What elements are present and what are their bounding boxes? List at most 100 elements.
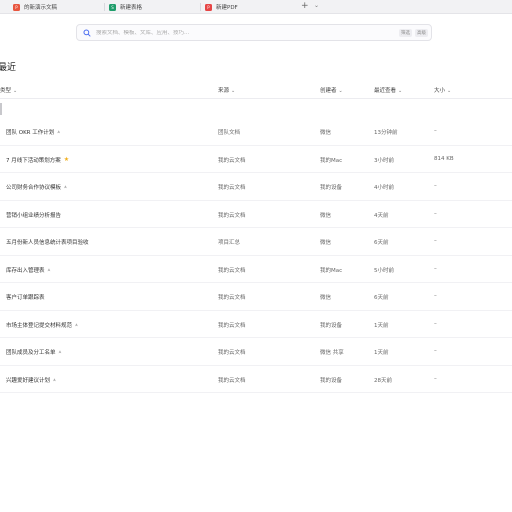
shared-icon: ⩓ <box>47 266 51 273</box>
table-row[interactable]: 客户订单跟踪表 我的云文档 微信 6天前 – <box>0 283 512 311</box>
table-row[interactable]: 公司财务合作协议模板 ⩓ 我的云文档 我的设备 4小时前 – <box>0 173 512 201</box>
search-icon <box>83 28 91 37</box>
shared-icon: ⩓ <box>57 129 61 135</box>
recent-cell: 3小时前 <box>374 157 394 164</box>
creator-cell: 我的Mac <box>320 157 343 164</box>
file-name-cell[interactable]: 客户订单跟踪表 <box>6 293 45 301</box>
file-name: 团队成员及分工名单 <box>6 350 56 356</box>
table-row[interactable]: 市场主体登记提交材料规范 ⩓ 我的云文档 我的设备 1天前 – <box>0 311 512 338</box>
file-name: 公司财务合作协议模板 <box>6 185 62 191</box>
file-name-cell[interactable]: 7 月线下活动策划方案 ★ <box>6 156 69 164</box>
recent-cell: 1天前 <box>374 350 389 356</box>
recent-cell: 6天前 <box>374 240 389 246</box>
chevron-down-icon: ⌄ <box>447 88 452 94</box>
creator-cell: 微信 <box>320 130 332 136</box>
source-cell: 项目汇总 <box>218 240 241 246</box>
column-label: 类型 <box>0 88 12 94</box>
file-list: 团队 OKR 工作计划 ⩓ 团队文档 微信 13分钟前 –7 月线下活动策划方案 ★ 我的云文… <box>0 118 512 393</box>
file-name: 兴趣爱好建议计划 <box>6 377 51 384</box>
pdf-icon: P <box>205 3 212 11</box>
advanced-search-button[interactable]: 高级 <box>415 28 428 37</box>
add-tab-button[interactable]: + <box>301 1 309 11</box>
file-name: 团队 OKR 工作计划 <box>6 130 55 136</box>
creator-cell: 我的设备 <box>320 322 343 329</box>
file-name-cell[interactable]: 库存出入管理表 ⩓ <box>6 266 50 274</box>
search-input[interactable] <box>96 29 399 36</box>
table-row[interactable]: 7 月线下活动策划方案 ★ 我的云文档 我的Mac 3小时前 814 KB <box>0 146 512 173</box>
tab-label: 的新演示文稿 <box>24 5 58 11</box>
file-name-cell[interactable]: 营销小组业绩分析报告 <box>6 211 61 219</box>
file-name: 7 月线下活动策划方案 <box>6 157 61 164</box>
recent-cell: 6天前 <box>374 295 389 301</box>
column-label: 来源 <box>218 88 230 94</box>
selection-marker <box>0 103 2 115</box>
search-box[interactable]: 筛选 高级 <box>76 24 432 41</box>
file-name-cell[interactable]: 五月份新人员信息统计表项目验收 <box>6 238 89 246</box>
table-row[interactable]: 兴趣爱好建议计划 ⩓ 我的云文档 我的设备 28天前 – <box>0 366 512 393</box>
spreadsheet-icon: S <box>109 3 116 11</box>
size-cell: – <box>434 183 437 189</box>
creator-cell: 微信 <box>320 295 332 301</box>
size-cell: – <box>434 128 437 134</box>
creator-cell: 微信 共享 <box>320 350 344 356</box>
chevron-down-icon: ⌄ <box>398 88 403 94</box>
tab-spreadsheet[interactable]: S 新建表格 <box>106 0 198 14</box>
column-size-header[interactable]: 大小 ⌄ <box>434 86 451 94</box>
size-cell: 814 KB <box>434 155 454 162</box>
chevron-down-icon: ⌄ <box>13 88 18 94</box>
tab-divider <box>200 3 201 11</box>
presentation-icon: P <box>13 3 20 11</box>
creator-cell: 我的Mac <box>320 267 343 274</box>
tab-pdf[interactable]: P 新建PDF <box>202 0 294 14</box>
source-cell: 我的云文档 <box>218 212 246 219</box>
recent-cell: 1天前 <box>374 322 389 329</box>
chevron-down-icon: ⌄ <box>231 88 236 94</box>
size-cell: – <box>434 293 437 299</box>
tab-label: 新建表格 <box>120 5 143 11</box>
recent-cell: 28天前 <box>374 377 392 384</box>
recent-cell: 13分钟前 <box>374 130 398 136</box>
creator-cell: 我的设备 <box>320 185 343 191</box>
page-title: 最近 <box>0 63 17 73</box>
shared-icon: ⩓ <box>53 376 56 383</box>
size-cell: – <box>434 238 437 244</box>
filter-button[interactable]: 筛选 <box>399 28 412 37</box>
star-icon[interactable]: ★ <box>64 156 69 163</box>
file-name-cell[interactable]: 公司财务合作协议模板 ⩓ <box>6 183 67 191</box>
shared-icon: ⩓ <box>58 349 62 355</box>
table-row[interactable]: 营销小组业绩分析报告 我的云文档 微信 4天前 – <box>0 201 512 228</box>
source-cell: 团队文档 <box>218 130 241 136</box>
source-cell: 我的云文档 <box>218 350 246 356</box>
column-type-header[interactable]: 类型 ⌄ <box>0 86 17 94</box>
column-creator-header[interactable]: 创建者 ⌄ <box>320 86 343 94</box>
size-cell: – <box>434 375 437 382</box>
table-row[interactable]: 库存出入管理表 ⩓ 我的云文档 我的Mac 5小时前 – <box>0 256 512 283</box>
header-divider <box>0 98 512 99</box>
file-name: 五月份新人员信息统计表项目验收 <box>6 240 89 246</box>
file-name-cell[interactable]: 团队成员及分工名单 ⩓ <box>6 348 61 356</box>
file-name: 市场主体登记提交材料规范 <box>6 322 73 329</box>
table-row[interactable]: 团队 OKR 工作计划 ⩓ 团队文档 微信 13分钟前 – <box>0 118 512 146</box>
recent-cell: 4小时前 <box>374 185 394 191</box>
column-recent-header[interactable]: 最近查看 ⌄ <box>374 86 402 94</box>
tab-divider <box>104 3 105 11</box>
source-cell: 我的云文档 <box>218 295 246 301</box>
table-row[interactable]: 团队成员及分工名单 ⩓ 我的云文档 微信 共享 1天前 – <box>0 338 512 366</box>
table-row[interactable]: 五月份新人员信息统计表项目验收 项目汇总 微信 6天前 – <box>0 228 512 256</box>
tab-bar: P 的新演示文稿 S 新建表格 P 新建PDF + ⌄ <box>0 0 512 14</box>
source-cell: 我的云文档 <box>218 322 246 329</box>
tab-presentation[interactable]: P 的新演示文稿 <box>10 0 102 14</box>
size-cell: – <box>434 265 437 272</box>
file-name-cell[interactable]: 团队 OKR 工作计划 ⩓ <box>6 128 60 136</box>
file-name: 客户订单跟踪表 <box>6 295 45 301</box>
source-cell: 我的云文档 <box>218 377 246 384</box>
table-header: 类型 ⌄ 来源 ⌄ 创建者 ⌄ 最近查看 ⌄ 大小 ⌄ <box>0 84 512 96</box>
tab-menu-chevron-icon[interactable]: ⌄ <box>314 2 319 9</box>
column-source-header[interactable]: 来源 ⌄ <box>218 86 235 94</box>
shared-icon: ⩓ <box>64 184 67 190</box>
chevron-down-icon: ⌄ <box>338 88 343 94</box>
recent-cell: 4天前 <box>374 212 389 219</box>
file-name-cell[interactable]: 市场主体登记提交材料规范 ⩓ <box>6 321 78 329</box>
size-cell: – <box>434 348 437 354</box>
file-name-cell[interactable]: 兴趣爱好建议计划 ⩓ <box>6 376 56 384</box>
